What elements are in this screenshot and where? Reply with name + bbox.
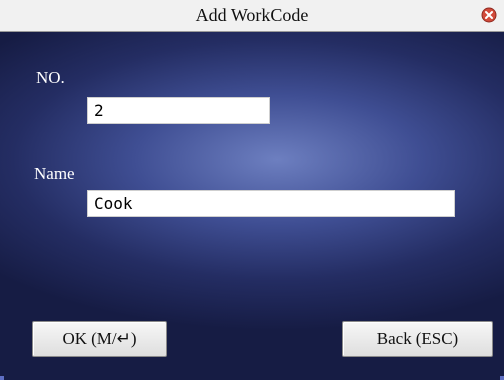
back-button-key: (ESC): [415, 329, 459, 348]
no-field[interactable]: 2: [87, 97, 270, 124]
name-field[interactable]: Cook: [87, 190, 455, 217]
no-label: NO.: [36, 68, 65, 87]
workcode-screen: Add WorkCode NO. 2 Name Cook OK (M/↵) Ba…: [0, 0, 504, 380]
back-button[interactable]: Back (ESC): [342, 321, 493, 357]
ok-button[interactable]: OK (M/↵): [32, 321, 167, 357]
close-icon[interactable]: [481, 7, 497, 23]
window-title: Add WorkCode: [195, 5, 309, 25]
name-label: Name: [34, 164, 75, 183]
title-bar: Add WorkCode: [0, 0, 504, 32]
corner-mark: [0, 376, 4, 380]
back-button-label: Back: [376, 329, 412, 348]
corner-mark: [500, 376, 504, 380]
ok-button-label: OK: [62, 329, 88, 348]
ok-button-key: (M/↵): [91, 329, 137, 348]
